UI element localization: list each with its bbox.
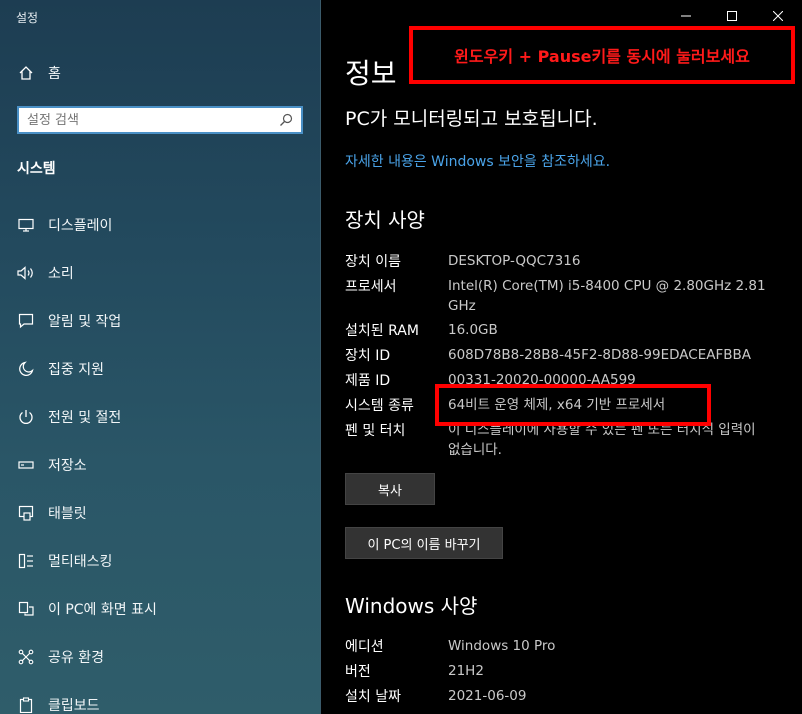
device-specs-heading: 장치 사양 [345, 208, 425, 232]
monitor-icon [17, 216, 35, 234]
clipboard-icon [17, 696, 35, 714]
window-title: 설정 [16, 11, 39, 25]
windows-specs-heading: Windows 사양 [345, 594, 478, 618]
main-content: 정보 PC가 모니터링되고 보호됩니다. 자세한 내용은 Windows 보안을… [321, 0, 802, 714]
sidebar-item-focus-assist[interactable]: 집중 지원 [0, 349, 321, 389]
multitask-icon [17, 552, 35, 570]
minimize-icon[interactable] [676, 6, 696, 26]
sidebar-item-label: 공유 환경 [48, 650, 104, 666]
maximize-icon[interactable] [722, 6, 742, 26]
spec-value: 16.0GB [448, 322, 498, 338]
sidebar-item-shared-experiences[interactable]: 공유 환경 [0, 637, 321, 677]
sidebar-item-label: 알림 및 작업 [48, 314, 122, 330]
sidebar-item-home[interactable]: 홈 [0, 53, 321, 93]
share-icon [17, 648, 35, 666]
spec-label: 펜 및 터치 [345, 423, 406, 439]
spec-value: 608D78B8-28B8-45F2-8D88-99EDACEAFBBA [448, 347, 751, 363]
page-title: 정보 [345, 57, 397, 90]
search-box[interactable] [17, 106, 303, 134]
speaker-icon [17, 264, 35, 282]
spec-label: 제품 ID [345, 373, 391, 389]
sidebar-item-label: 멀티태스킹 [48, 554, 113, 570]
sidebar-item-notifications[interactable]: 알림 및 작업 [0, 301, 321, 341]
spec-value: 이 디스플레이에 사용할 수 있는 펜 또는 터치식 입력이 없습니다. [448, 422, 756, 458]
close-icon[interactable] [768, 6, 788, 26]
sidebar-item-label: 클립보드 [48, 698, 100, 714]
notification-icon [17, 312, 35, 330]
spec-label: 버전 [345, 664, 371, 680]
spec-label: 장치 이름 [345, 254, 401, 270]
spec-value: Windows 10 Pro [448, 638, 556, 654]
power-icon [17, 408, 35, 426]
sidebar-item-label: 홈 [48, 66, 61, 82]
spec-label: 에디션 [345, 639, 384, 655]
sidebar-item-tablet[interactable]: 태블릿 [0, 493, 321, 533]
sidebar-item-display[interactable]: 디스플레이 [0, 205, 321, 245]
spec-label: 설치된 RAM [345, 323, 419, 339]
search-icon[interactable] [275, 109, 297, 131]
home-icon [17, 64, 35, 82]
annotation-highlight-box [435, 384, 711, 426]
sidebar-item-label: 저장소 [48, 458, 87, 474]
search-input[interactable] [19, 108, 275, 132]
rename-pc-button[interactable]: 이 PC의 이름 바꾸기 [345, 527, 503, 559]
sidebar-item-label: 태블릿 [48, 506, 87, 522]
annotation-text: 윈도우키 + Pause키를 동시에 눌러보세요 [454, 47, 750, 66]
moon-icon [17, 360, 35, 378]
tablet-icon [17, 504, 35, 522]
sidebar-item-label: 이 PC에 화면 표시 [48, 602, 157, 618]
spec-value: 21H2 [448, 663, 484, 679]
sidebar-item-label: 소리 [48, 266, 74, 282]
project-icon [17, 600, 35, 618]
spec-label: 장치 ID [345, 348, 391, 364]
sidebar-item-label: 디스플레이 [48, 218, 113, 234]
spec-value: DESKTOP-QQC7316 [448, 253, 581, 269]
sidebar-item-sound[interactable]: 소리 [0, 253, 321, 293]
sidebar: 설정 홈 시스템 디스플레이 소리 알림 및 작업 집중 지원 [0, 0, 321, 714]
sidebar-section-title: 시스템 [17, 161, 56, 177]
spec-value: Intel(R) Core(TM) i5-8400 CPU @ 2.80GHz … [448, 278, 766, 314]
sidebar-item-label: 전원 및 절전 [48, 410, 122, 426]
spec-label: 시스템 종류 [345, 398, 414, 414]
sidebar-item-multitasking[interactable]: 멀티태스킹 [0, 541, 321, 581]
sidebar-item-projecting[interactable]: 이 PC에 화면 표시 [0, 589, 321, 629]
sidebar-item-clipboard[interactable]: 클립보드 [0, 685, 321, 714]
spec-label: 프로세서 [345, 279, 397, 295]
storage-icon [17, 456, 35, 474]
protection-status: PC가 모니터링되고 보호됩니다. [345, 108, 598, 130]
annotation-banner: 윈도우키 + Pause키를 동시에 눌러보세요 [409, 26, 795, 84]
copy-button[interactable]: 복사 [345, 473, 435, 505]
spec-label: 설치 날짜 [345, 689, 401, 705]
sidebar-item-storage[interactable]: 저장소 [0, 445, 321, 485]
sidebar-item-label: 집중 지원 [48, 362, 104, 378]
sidebar-item-power[interactable]: 전원 및 절전 [0, 397, 321, 437]
spec-value: 2021-06-09 [448, 688, 527, 704]
security-link[interactable]: 자세한 내용은 Windows 보안을 참조하세요. [345, 151, 610, 171]
